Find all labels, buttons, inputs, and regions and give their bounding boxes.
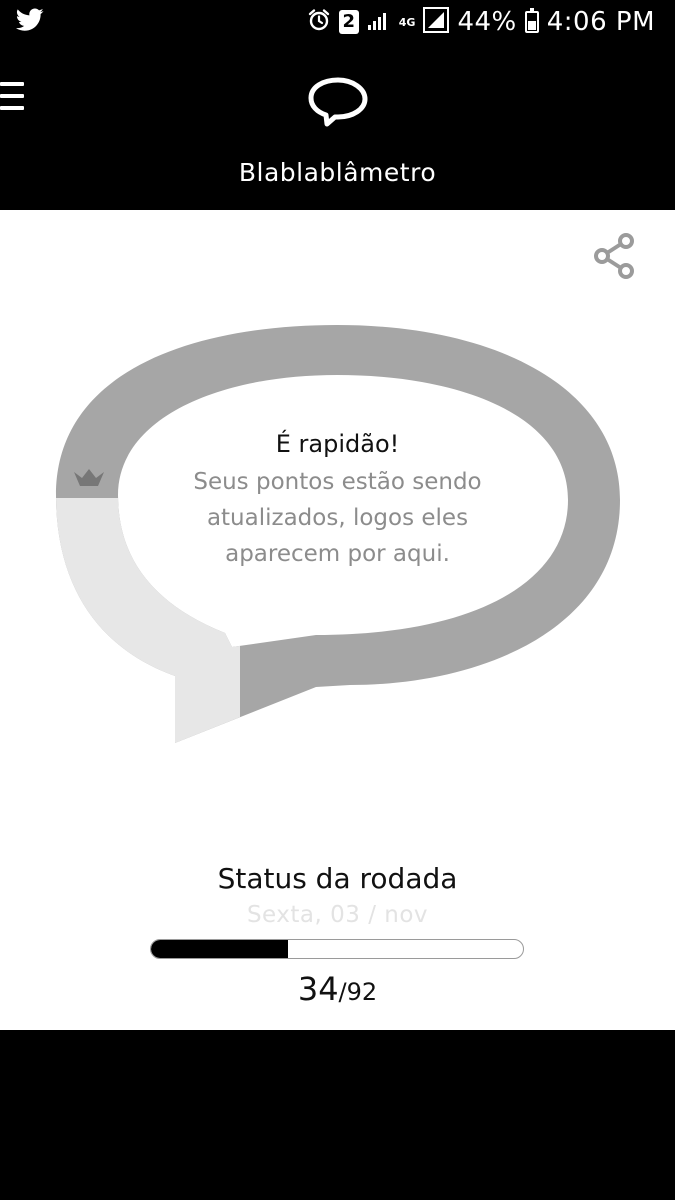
signal-box-icon bbox=[423, 7, 450, 37]
speech-bubble-logo-icon bbox=[307, 76, 369, 132]
page-title: Blablablâmetro bbox=[238, 158, 437, 187]
matches-completed: 34 bbox=[297, 970, 339, 1008]
round-status-title: Status da rodada bbox=[217, 862, 458, 895]
status-bar: 2 4G 44% 4:06 PM bbox=[0, 0, 675, 44]
alarm-icon bbox=[307, 8, 331, 36]
meter-message: É rapidão! Seus pontos estão sendo atual… bbox=[160, 430, 515, 572]
round-progress-fill bbox=[151, 940, 289, 958]
app-header: Blablablâmetro bbox=[0, 44, 675, 210]
matches-total: /92 bbox=[338, 978, 378, 1006]
round-status-date: Sexta, 03 / nov bbox=[246, 902, 429, 928]
twitter-icon bbox=[16, 8, 44, 36]
battery-percent: 44% bbox=[457, 7, 517, 37]
sim-slot-badge: 2 bbox=[338, 10, 359, 34]
round-progress-bar bbox=[150, 939, 524, 959]
clock: 4:06 PM bbox=[546, 7, 655, 37]
battery-icon bbox=[524, 8, 539, 33]
meter-message-title: É rapidão! bbox=[275, 430, 400, 458]
meter-card: É rapidão! Seus pontos estão sendo atual… bbox=[0, 210, 675, 1030]
hamburger-menu-icon[interactable] bbox=[0, 82, 26, 116]
round-progress-count: 34/92 bbox=[0, 970, 675, 1008]
meter-message-body: Seus pontos estão sendo atualizados, log… bbox=[193, 469, 482, 567]
signal-icon bbox=[367, 9, 391, 35]
network-type-label: 4G bbox=[398, 15, 416, 29]
